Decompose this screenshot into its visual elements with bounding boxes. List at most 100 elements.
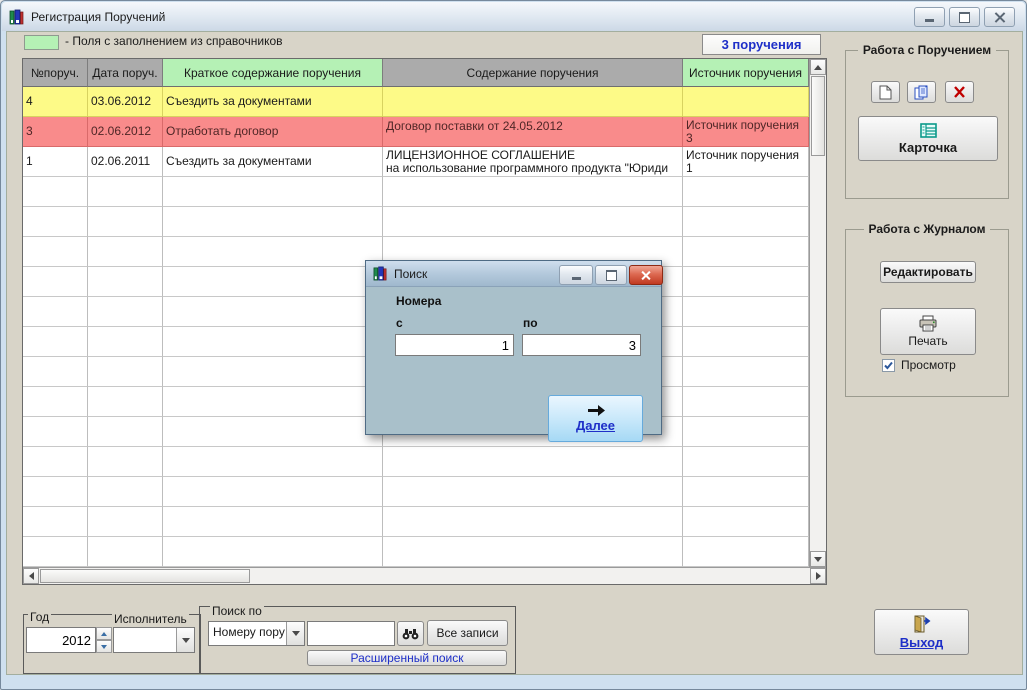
main-titlebar[interactable]: Регистрация Поручений bbox=[2, 2, 1025, 31]
table-cell[interactable] bbox=[683, 87, 809, 117]
delete-assignment-button[interactable] bbox=[945, 81, 974, 103]
table-row[interactable] bbox=[23, 447, 809, 477]
preview-checkbox-label: Просмотр bbox=[901, 358, 956, 372]
year-spinner[interactable] bbox=[96, 627, 112, 653]
table-cell[interactable]: 4 bbox=[23, 87, 88, 117]
table-cell bbox=[88, 417, 163, 447]
table-cell[interactable]: ЛИЦЕНЗИОННОЕ СОГЛАШЕНИЕ на использование… bbox=[383, 147, 683, 177]
print-button[interactable]: Печать bbox=[880, 308, 976, 355]
table-row[interactable]: 4 03.06.2012 Съездить за документами bbox=[23, 87, 809, 117]
scroll-left-button[interactable] bbox=[23, 568, 39, 584]
table-row[interactable] bbox=[23, 177, 809, 207]
vertical-scroll-thumb[interactable] bbox=[811, 76, 825, 156]
table-cell bbox=[23, 237, 88, 267]
executor-dropdown-button[interactable] bbox=[176, 628, 194, 652]
executor-combobox[interactable] bbox=[113, 627, 195, 653]
scroll-right-icon bbox=[815, 572, 821, 580]
year-field[interactable] bbox=[26, 627, 96, 653]
dialog-title: Поиск bbox=[394, 266, 428, 281]
scroll-down-button[interactable] bbox=[810, 551, 826, 567]
horizontal-scrollbar[interactable] bbox=[23, 567, 826, 584]
scroll-up-button[interactable] bbox=[810, 59, 826, 75]
advanced-search-button[interactable]: Расширенный поиск bbox=[307, 650, 507, 666]
table-cell bbox=[88, 267, 163, 297]
table-cell[interactable]: 3 bbox=[23, 117, 88, 147]
table-cell[interactable]: Источник поручения 1 bbox=[683, 147, 809, 177]
search-input[interactable] bbox=[308, 622, 394, 645]
table-cell bbox=[163, 447, 383, 477]
dialog-minimize-button[interactable] bbox=[559, 265, 593, 285]
table-row[interactable] bbox=[23, 207, 809, 237]
table-row[interactable] bbox=[23, 477, 809, 507]
table-cell[interactable]: 1 bbox=[23, 147, 88, 177]
edit-button[interactable]: Редактировать bbox=[880, 261, 976, 283]
scroll-right-button[interactable] bbox=[810, 568, 826, 584]
table-cell bbox=[23, 267, 88, 297]
table-cell[interactable]: Съездить за документами bbox=[163, 87, 383, 117]
to-input[interactable] bbox=[523, 335, 640, 355]
table-cell bbox=[683, 537, 809, 567]
search-field-combobox[interactable]: Номеру пору bbox=[208, 621, 305, 646]
table-cell bbox=[88, 537, 163, 567]
from-input[interactable] bbox=[396, 335, 513, 355]
table-header-cell[interactable]: №поруч. bbox=[23, 59, 88, 87]
all-records-button[interactable]: Все записи bbox=[427, 620, 508, 646]
maximize-icon bbox=[605, 269, 617, 281]
table-cell[interactable]: 03.06.2012 bbox=[88, 87, 163, 117]
table-cell bbox=[88, 327, 163, 357]
table-row[interactable] bbox=[23, 507, 809, 537]
table-cell[interactable]: Съездить за документами bbox=[163, 147, 383, 177]
spin-up-button[interactable] bbox=[96, 627, 112, 640]
new-assignment-button[interactable] bbox=[871, 81, 900, 103]
close-button[interactable] bbox=[984, 7, 1015, 27]
spin-down-button[interactable] bbox=[96, 640, 112, 653]
table-cell[interactable]: Отработать договор bbox=[163, 117, 383, 147]
table-cell bbox=[88, 177, 163, 207]
table-cell[interactable]: 02.06.2011 bbox=[88, 147, 163, 177]
search-button[interactable] bbox=[397, 621, 424, 646]
table-header-cell[interactable]: Краткое содержание поручения bbox=[163, 59, 383, 87]
search-text-field[interactable] bbox=[307, 621, 395, 646]
table-cell[interactable]: Источник поручения 3 bbox=[683, 117, 809, 147]
table-row[interactable]: 1 02.06.2011 Съездить за документами ЛИЦ… bbox=[23, 147, 809, 177]
table-header-cell[interactable]: Дата поруч. bbox=[88, 59, 163, 87]
year-input[interactable] bbox=[27, 628, 95, 652]
dialog-maximize-button[interactable] bbox=[595, 265, 627, 285]
dialog-close-button[interactable] bbox=[629, 265, 663, 285]
minimize-icon bbox=[571, 277, 581, 280]
close-icon bbox=[995, 12, 1005, 22]
copy-assignment-button[interactable] bbox=[907, 81, 936, 103]
legend-color-swatch bbox=[24, 35, 59, 50]
table-cell bbox=[88, 297, 163, 327]
vertical-scrollbar[interactable] bbox=[809, 59, 826, 567]
table-cell bbox=[23, 447, 88, 477]
table-cell bbox=[23, 357, 88, 387]
dialog-titlebar[interactable]: Поиск bbox=[366, 261, 663, 287]
card-button[interactable]: Карточка bbox=[858, 116, 998, 161]
next-button[interactable]: Далее bbox=[548, 395, 643, 442]
search-field-dropdown-button[interactable] bbox=[286, 622, 304, 645]
table-cell[interactable]: Договор поставки от 24.05.2012 bbox=[383, 117, 683, 147]
scroll-up-icon bbox=[814, 64, 822, 70]
table-cell bbox=[383, 507, 683, 537]
to-field[interactable] bbox=[522, 334, 641, 356]
table-cell bbox=[163, 477, 383, 507]
from-field[interactable] bbox=[395, 334, 514, 356]
maximize-icon bbox=[959, 11, 970, 23]
horizontal-scroll-thumb[interactable] bbox=[40, 569, 250, 583]
preview-checkbox[interactable] bbox=[882, 359, 895, 372]
minimize-button[interactable] bbox=[914, 7, 945, 27]
table-row[interactable]: 3 02.06.2012 Отработать договор Договор … bbox=[23, 117, 809, 147]
maximize-button[interactable] bbox=[949, 7, 980, 27]
table-cell[interactable]: 02.06.2012 bbox=[88, 117, 163, 147]
table-cell bbox=[163, 507, 383, 537]
executor-label: Исполнитель bbox=[112, 612, 189, 626]
table-header-cell[interactable]: Содержание поручения bbox=[383, 59, 683, 87]
app-books-icon bbox=[9, 9, 24, 24]
table-cell[interactable] bbox=[383, 87, 683, 117]
table-row[interactable] bbox=[23, 537, 809, 567]
table-cell bbox=[23, 477, 88, 507]
table-header-cell[interactable]: Источник поручения bbox=[683, 59, 809, 87]
search-field-value: Номеру пору bbox=[213, 625, 285, 639]
exit-button[interactable]: Выход bbox=[874, 609, 969, 655]
